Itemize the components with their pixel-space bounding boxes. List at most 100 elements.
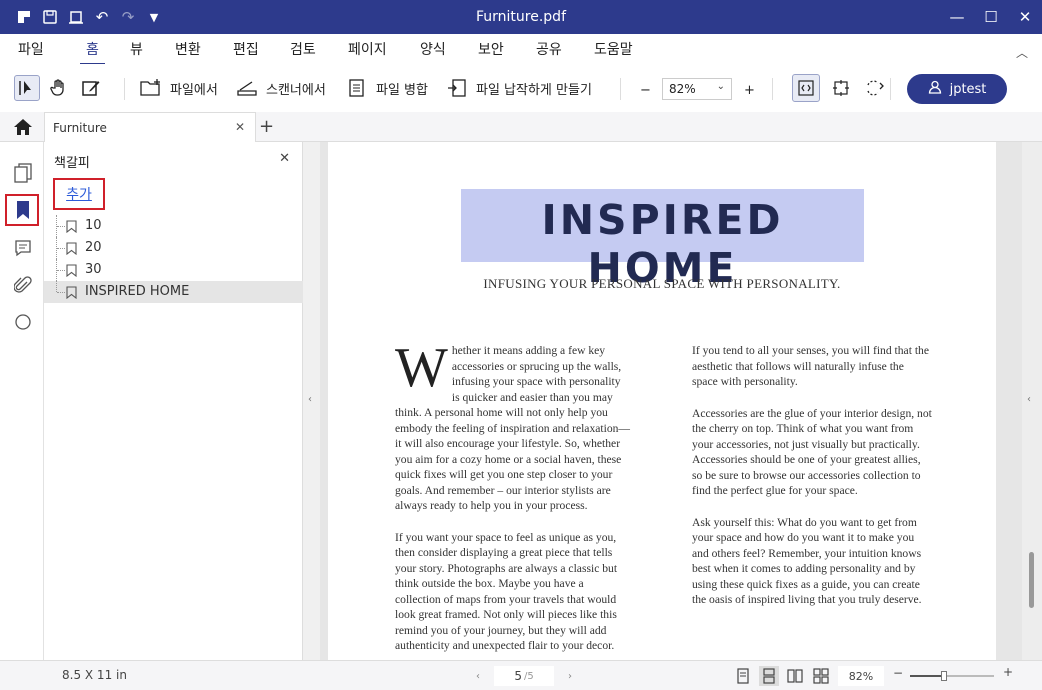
bookmark-icon[interactable] [12,199,34,221]
menu-bar: 파일 홈 뷰 변환 편집 검토 페이지 양식 보안 공유 도움말 ︿ [0,34,1042,65]
prev-page-icon[interactable]: ‹ [476,671,480,682]
edit-tool-icon[interactable] [78,75,104,101]
user-name: jptest [949,81,987,97]
toolbar-separator [124,78,125,100]
status-zoom-in-icon[interactable]: + [1003,665,1013,679]
fit-width-button[interactable] [792,74,820,102]
scanner-icon [234,75,260,101]
toolbar: 파일에서 스캔너에서 파일 병합 파일 납작하게 만들기 − 82% ⌄ + j… [0,64,1042,112]
attachment-icon[interactable] [12,274,34,296]
menu-page[interactable]: 페이지 [348,39,387,59]
page-size: 8.5 X 11 in [62,668,127,682]
add-tab-icon[interactable]: + [259,116,274,137]
bookmark-item-selected[interactable]: INSPIRED HOME [44,281,303,303]
scrollbar-thumb[interactable] [1029,552,1034,608]
status-zoom-out-icon[interactable]: − [893,666,903,680]
bookmark-label: INSPIRED HOME [85,284,190,299]
vertical-scrollbar[interactable]: ‹ [1022,142,1042,660]
toolbar-separator [772,78,773,100]
menu-form[interactable]: 양식 [420,39,446,59]
continuous-view-icon[interactable] [759,666,779,686]
zoom-in-button[interactable]: + [744,76,755,104]
tree-connector [56,259,66,281]
fit-page-button[interactable] [828,74,854,102]
save-icon[interactable] [40,7,60,27]
right-paragraph-2: Accessories are the glue of your interio… [692,406,932,498]
select-tool-group [14,74,104,102]
select-tool-icon[interactable] [14,75,40,101]
fit-width-icon [792,74,820,102]
document-tabs: Furniture ✕ + [0,112,1042,142]
folder-plus-icon [138,75,164,101]
redo-icon[interactable]: ↷ [118,7,138,27]
rotate-view-button[interactable] [862,74,888,102]
print-icon[interactable] [66,7,86,27]
zoom-select[interactable]: 82% ⌄ [662,78,732,100]
close-tab-icon[interactable]: ✕ [235,120,245,134]
create-from-file-button[interactable]: 파일에서 [138,74,218,102]
bookmark-item[interactable]: 20 [44,237,303,259]
menu-convert[interactable]: 변환 [175,39,201,59]
zoom-out-button[interactable]: − [640,76,651,104]
bookmark-outline-icon [66,242,77,255]
menu-view[interactable]: 뷰 [130,39,143,59]
menu-review[interactable]: 검토 [290,39,316,59]
tree-connector [56,237,66,259]
bookmark-item[interactable]: 10 [44,215,303,237]
user-account-button[interactable]: jptest [907,74,1007,104]
tab-furniture[interactable]: Furniture ✕ [44,112,256,142]
maximize-icon[interactable]: ☐ [974,0,1008,34]
two-page-continuous-view-icon[interactable] [811,666,831,686]
fit-page-icon [828,75,854,101]
tree-connector [56,281,66,293]
hand-tool-icon[interactable] [46,75,72,101]
zoom-slider-knob[interactable] [941,671,948,681]
close-panel-icon[interactable]: ✕ [279,151,290,166]
zoom-slider[interactable] [910,671,994,681]
zoom-value: 82% [669,82,696,96]
add-bookmark-label: 추가 [66,187,92,203]
menu-file[interactable]: 파일 [18,39,44,59]
merge-files-button[interactable]: 파일 병합 [344,74,428,102]
menu-security[interactable]: 보안 [478,39,504,59]
search-icon[interactable] [12,311,34,333]
tab-label: Furniture [53,120,107,135]
user-icon [928,80,942,98]
document-view[interactable]: INSPIRED HOME INFUSING YOUR PERSONAL SPA… [320,142,1022,660]
menu-help[interactable]: 도움말 [594,39,633,59]
chevron-down-icon: ⌄ [716,81,725,92]
app-logo-icon [14,7,34,27]
page-number-field[interactable]: 5 /5 [494,666,554,686]
rotate-icon [862,75,888,101]
zoom-out-label: − [640,82,651,98]
minimize-icon[interactable]: — [940,0,974,34]
next-page-icon[interactable]: › [568,671,572,682]
bookmark-item[interactable]: 30 [44,259,303,281]
flatten-file-button[interactable]: 파일 납작하게 만들기 [444,74,592,102]
chevron-left-icon[interactable]: ‹ [1027,394,1031,405]
status-zoom-value[interactable]: 82% [838,666,884,686]
panel-splitter[interactable]: ‹ [303,142,320,660]
total-pages: /5 [523,670,534,682]
undo-icon[interactable]: ↶ [92,7,112,27]
menu-edit[interactable]: 편집 [233,39,259,59]
bookmark-label: 10 [85,218,102,233]
bookmark-panel: 책갈피 ✕ 추가 10 20 30 INSPIRED HOME [44,142,303,660]
menu-home[interactable]: 홈 [80,39,105,65]
thumbnails-icon[interactable] [12,162,34,184]
page-navigator: ‹ 5 /5 › [476,666,572,686]
home-icon[interactable] [12,118,34,136]
left-column: Whether it means adding a few key access… [395,337,631,660]
collapse-ribbon-icon[interactable]: ︿ [1016,44,1028,61]
comment-icon[interactable] [12,237,34,259]
close-icon[interactable]: ✕ [1008,0,1042,34]
chevron-left-icon[interactable]: ‹ [308,394,312,405]
two-page-view-icon[interactable] [785,666,805,686]
create-from-scanner-button[interactable]: 스캔너에서 [234,74,326,102]
menu-share[interactable]: 공유 [536,39,562,59]
add-bookmark-button[interactable]: 추가 [53,178,105,210]
left-paragraph-2: If you want your space to feel as unique… [395,530,618,653]
drop-cap: W [395,337,448,399]
customize-dropdown-icon[interactable]: ▼ [144,7,164,27]
single-page-view-icon[interactable] [733,666,753,686]
